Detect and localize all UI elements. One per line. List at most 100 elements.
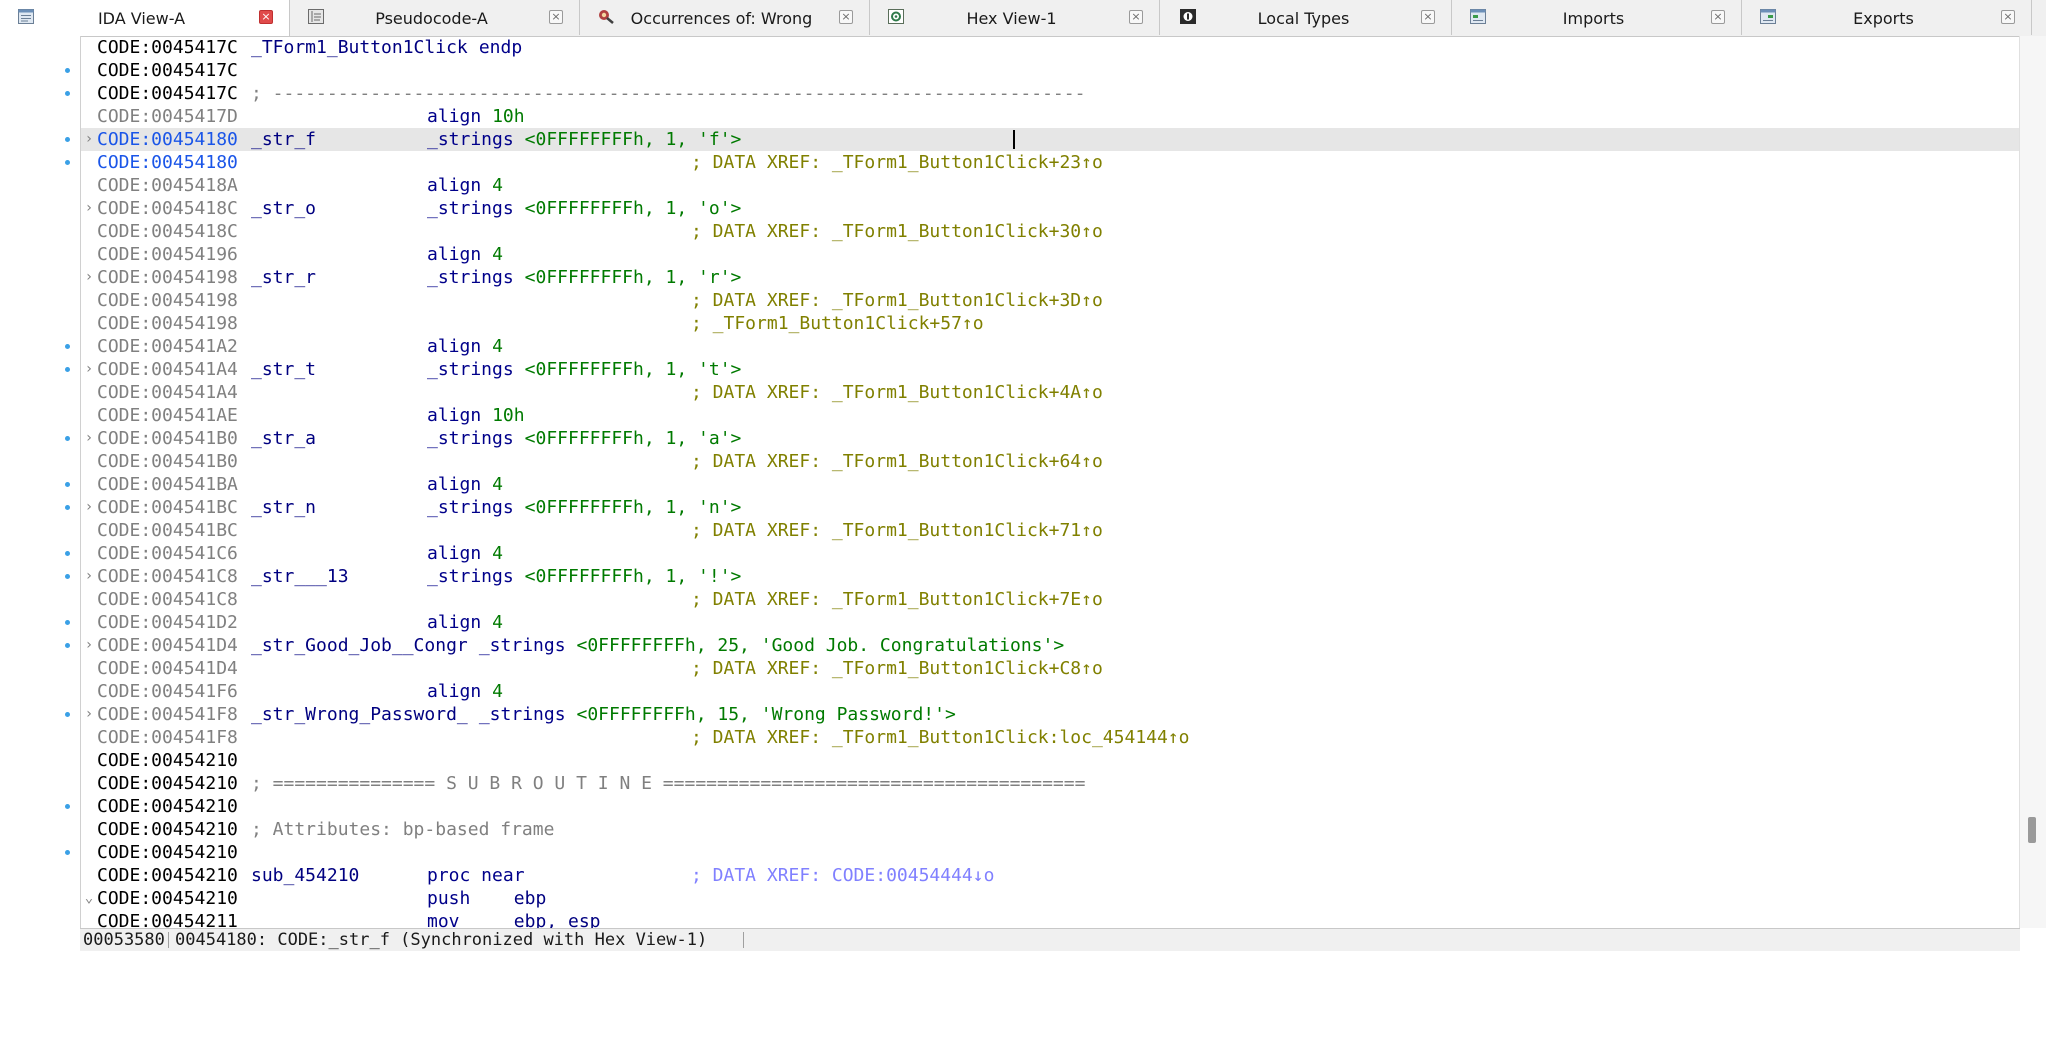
line-address: CODE:00454210 <box>97 773 238 794</box>
flow-marker-dot <box>65 712 70 717</box>
xref-comment[interactable]: ; DATA XREF: _TForm1_Button1Click+64↑o <box>691 450 1103 473</box>
xref-comment[interactable]: ; DATA XREF: _TForm1_Button1Click+C8↑o <box>691 657 1103 680</box>
xref-comment[interactable]: ; DATA XREF: _TForm1_Button1Click+30↑o <box>691 220 1103 243</box>
instruction-operands: 4 <box>492 474 503 495</box>
chevron-right-icon[interactable]: › <box>82 128 96 151</box>
listing-line[interactable]: CODE:0045417C <box>81 59 2020 82</box>
instruction-operands: 4 <box>492 175 503 196</box>
xref-comment[interactable]: ; DATA XREF: _TForm1_Button1Click+23↑o <box>691 151 1103 174</box>
label-name[interactable]: sub_454210 <box>251 864 359 887</box>
xref-comment[interactable]: ; DATA XREF: _TForm1_Button1Click:loc_45… <box>691 726 1190 749</box>
listing-line[interactable]: CODE:00454210 ; Attributes: bp-based fram… <box>81 818 2020 841</box>
tab-imports[interactable]: Imports × <box>1452 0 1742 35</box>
label-name[interactable]: _str_n <box>251 496 316 519</box>
chevron-right-icon[interactable]: › <box>82 427 96 450</box>
label-name[interactable]: _TForm1_Button1Click <box>251 36 468 59</box>
line-address: CODE:0045418A <box>97 175 238 196</box>
flow-marker-dot <box>65 551 70 556</box>
listing-line[interactable]: CODE:00454211 mov ebp, esp <box>81 910 2020 928</box>
listing-line[interactable]: CODE:004541F6 align 4 <box>81 680 2020 703</box>
xref-comment[interactable]: ; _TForm1_Button1Click+57↑o <box>691 312 984 335</box>
listing-line[interactable]: CODE:004541C8 ; DATA XREF: _TForm1_Button… <box>81 588 2020 611</box>
listing-line[interactable]: CODE:00454180 ; DATA XREF: _TForm1_Button… <box>81 151 2020 174</box>
listing-line[interactable]: CODE:004541A2 align 4 <box>81 335 2020 358</box>
listing-line[interactable]: CODE:004541A4 ; DATA XREF: _TForm1_Button… <box>81 381 2020 404</box>
listing-line[interactable]: CODE:00454210 ; =============== S U B R O… <box>81 772 2020 795</box>
tab-local-types[interactable]: Local Types × <box>1162 0 1452 35</box>
tab-ida-view-a[interactable]: IDA View-A × <box>0 0 290 36</box>
listing-line[interactable]: › CODE:00454198 _str_r _strings <0FFFFFFFFh,… <box>81 266 2020 289</box>
vertical-scrollbar[interactable] <box>2019 36 2046 928</box>
label-name[interactable]: _str_a <box>251 427 316 450</box>
chevron-right-icon[interactable]: › <box>82 358 96 381</box>
listing-line[interactable]: CODE:004541F8 ; DATA XREF: _TForm1_Button… <box>81 726 2020 749</box>
xref-comment[interactable]: ; DATA XREF: _TForm1_Button1Click+4A↑o <box>691 381 1103 404</box>
listing-line[interactable]: CODE:00454196 align 4 <box>81 243 2020 266</box>
listing-line[interactable]: CODE:004541BC ; DATA XREF: _TForm1_Button… <box>81 519 2020 542</box>
xref-comment[interactable]: ; DATA XREF: _TForm1_Button1Click+71↑o <box>691 519 1103 542</box>
listing-line[interactable]: CODE:00454210 <box>81 795 2020 818</box>
instruction-operands: 10h <box>492 405 525 426</box>
listing-line[interactable]: CODE:00454210 sub_454210 proc near ; DATA X… <box>81 864 2020 887</box>
flow-marker-dot <box>65 367 70 372</box>
chevron-right-icon[interactable]: › <box>82 634 96 657</box>
listing-line[interactable]: › CODE:004541BC _str_n _strings <0FFFFFFFFh,… <box>81 496 2020 519</box>
listing-line[interactable]: CODE:0045418A align 4 <box>81 174 2020 197</box>
listing-line[interactable]: CODE:0045417C ; -------------------------… <box>81 82 2020 105</box>
listing-line[interactable]: CODE:004541B0 ; DATA XREF: _TForm1_Button… <box>81 450 2020 473</box>
close-icon[interactable]: × <box>1711 10 1725 24</box>
flow-marker-dot <box>65 68 70 73</box>
listing-line[interactable]: CODE:00454198 ; DATA XREF: _TForm1_Button… <box>81 289 2020 312</box>
label-name[interactable]: _str_f <box>251 128 316 151</box>
tab-label: Hex View-1 <box>966 9 1057 28</box>
listing-line[interactable]: CODE:004541D2 align 4 <box>81 611 2020 634</box>
close-icon[interactable]: × <box>1421 10 1435 24</box>
listing-line[interactable]: ⌄ CODE:00454210 push ebp <box>81 887 2020 910</box>
close-icon[interactable]: × <box>839 10 853 24</box>
tab-exports[interactable]: Exports × <box>1742 0 2032 35</box>
listing-line[interactable]: › CODE:004541A4 _str_t _strings <0FFFFFFFFh,… <box>81 358 2020 381</box>
label-name[interactable]: _str_t <box>251 358 316 381</box>
listing-line[interactable]: › CODE:0045418C _str_o _strings <0FFFFFFFFh,… <box>81 197 2020 220</box>
close-icon[interactable]: × <box>1129 10 1143 24</box>
status-line: 00053580 00454180: CODE:_str_f (Synchron… <box>80 928 2020 951</box>
listing-line[interactable]: CODE:00454198 ; _TForm1_Button1Click+57↑o <box>81 312 2020 335</box>
label-name[interactable]: _str___13 <box>251 565 349 588</box>
label-name[interactable]: _str_Good_Job__Congr <box>251 634 468 657</box>
label-name[interactable]: _str_Wrong_Password_ <box>251 703 468 726</box>
disassembly-listing[interactable]: CODE:0045417C _TForm1_Button1Click endp COD… <box>81 36 2020 928</box>
listing-line[interactable]: CODE:004541C6 align 4 <box>81 542 2020 565</box>
listing-line[interactable]: CODE:004541BA align 4 <box>81 473 2020 496</box>
chevron-right-icon[interactable]: › <box>82 565 96 588</box>
chevron-down-icon[interactable]: ⌄ <box>82 887 96 910</box>
close-icon[interactable]: × <box>2001 10 2015 24</box>
listing-line[interactable]: › CODE:004541C8 _str___13 _strings <0FFFFFFF… <box>81 565 2020 588</box>
tab-occurrences-of-wrong[interactable]: Occurrences of: Wrong × <box>580 0 870 35</box>
xref-comment[interactable]: ; DATA XREF: _TForm1_Button1Click+7E↑o <box>691 588 1103 611</box>
scrollbar-thumb[interactable] <box>2028 817 2036 843</box>
listing-line[interactable]: › CODE:004541B0 _str_a _strings <0FFFFFFFFh,… <box>81 427 2020 450</box>
chevron-right-icon[interactable]: › <box>82 703 96 726</box>
line-address: CODE:00454210 <box>97 819 238 840</box>
chevron-right-icon[interactable]: › <box>82 197 96 220</box>
listing-line[interactable]: CODE:00454210 <box>81 841 2020 864</box>
chevron-right-icon[interactable]: › <box>82 496 96 519</box>
listing-line[interactable]: CODE:00454210 <box>81 749 2020 772</box>
listing-line[interactable]: CODE:004541AE align 10h <box>81 404 2020 427</box>
label-name[interactable]: _str_o <box>251 197 316 220</box>
xref-comment[interactable]: ; DATA XREF: _TForm1_Button1Click+3D↑o <box>691 289 1103 312</box>
chevron-right-icon[interactable]: › <box>82 266 96 289</box>
listing-line[interactable]: CODE:0045417C _TForm1_Button1Click endp <box>81 36 2020 59</box>
listing-line[interactable]: › CODE:00454180 _str_f _strings <0FFFFFFFFh,… <box>81 128 2020 151</box>
listing-line[interactable]: › CODE:004541F8 _str_Wrong_Password_ _strin… <box>81 703 2020 726</box>
xref-comment[interactable]: ; DATA XREF: CODE:00454444↓o <box>691 864 994 887</box>
listing-line[interactable]: CODE:004541D4 ; DATA XREF: _TForm1_Button… <box>81 657 2020 680</box>
label-name[interactable]: _str_r <box>251 266 316 289</box>
listing-line[interactable]: CODE:0045418C ; DATA XREF: _TForm1_Button… <box>81 220 2020 243</box>
listing-line[interactable]: › CODE:004541D4 _str_Good_Job__Congr _strin… <box>81 634 2020 657</box>
close-icon[interactable]: × <box>549 10 563 24</box>
tab-hex-view-1[interactable]: Hex View-1 × <box>870 0 1160 35</box>
listing-line[interactable]: CODE:0045417D align 10h <box>81 105 2020 128</box>
close-icon[interactable]: × <box>259 10 273 24</box>
tab-pseudocode-a[interactable]: Pseudocode-A × <box>290 0 580 35</box>
